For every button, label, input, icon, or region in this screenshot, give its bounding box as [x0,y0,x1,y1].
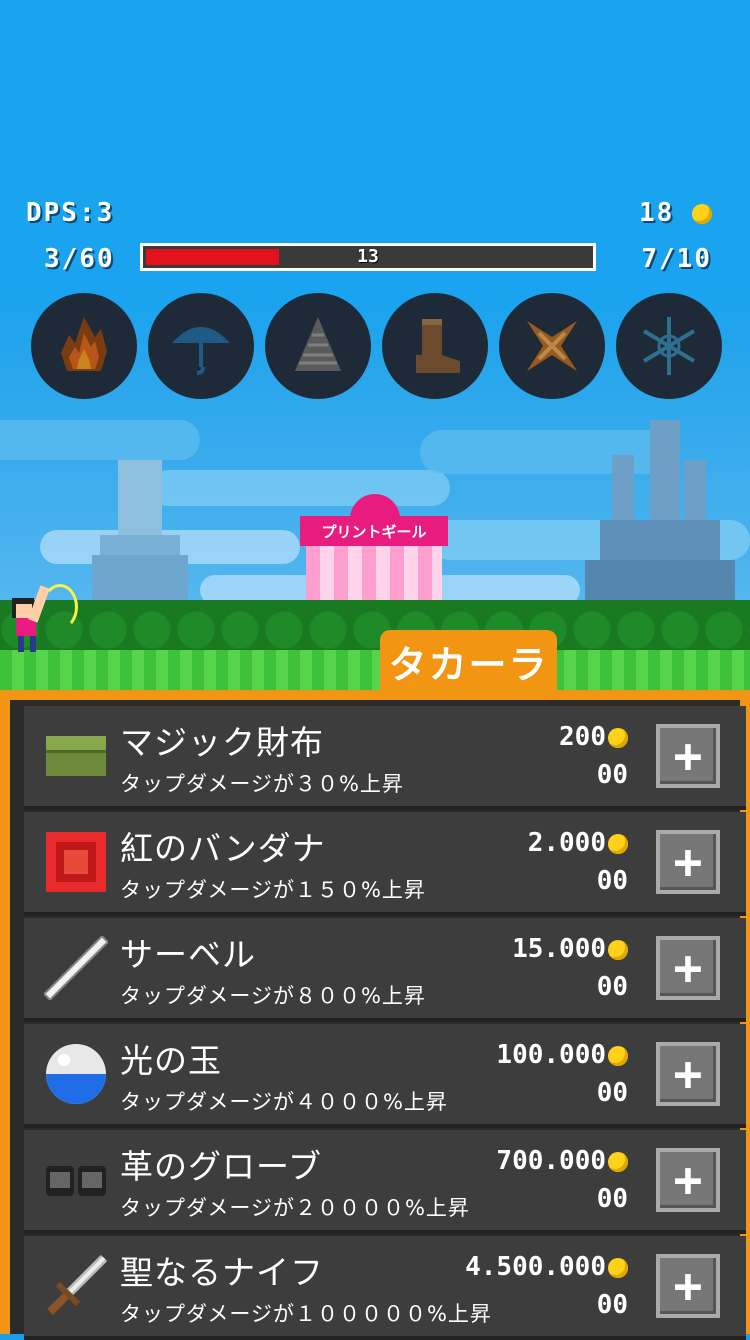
buy-button[interactable]: + [656,830,720,894]
plus-icon: + [673,940,703,996]
list-item-magic-wallet[interactable]: マジック財布 タップダメージが３０%上昇 200 00 + [24,706,746,810]
item-owned-count: 00 [596,760,628,790]
hp-value: 13 [357,246,379,267]
list-item-orb-of-light[interactable]: 光の玉 タップダメージが４０００%上昇 100.000 00 + [24,1024,746,1128]
stage-progress: 3/60 [44,244,115,274]
shop-list[interactable]: マジック財布 タップダメージが３０%上昇 200 00 + 紅のバンダナ タップ… [10,700,746,1340]
saber-icon [44,936,108,1000]
coin-counter: 18 [639,198,712,228]
item-name: マジック財布 [120,723,324,762]
list-item-saber[interactable]: サーベル タップダメージが８００%上昇 15.000 00 + [24,918,746,1022]
item-owned-count: 00 [596,1184,628,1214]
skill-drill[interactable] [265,293,371,399]
plus-icon: + [673,728,703,784]
item-price: 4.500.000 [465,1252,628,1282]
coin-icon [608,1045,628,1066]
item-name: 紅のバンダナ [120,829,326,868]
item-price: 15.000 [512,934,628,964]
coin-icon [608,939,628,960]
item-description: タップダメージが４０００%上昇 [120,1090,448,1114]
buy-button[interactable]: + [656,936,720,1000]
dps-label: DPS:3 [26,198,115,228]
tab-takara[interactable]: タカーラ [380,630,557,692]
shop-panel: マジック財布 タップダメージが３０%上昇 200 00 + 紅のバンダナ タップ… [0,690,750,1340]
cloud [150,470,450,506]
plus-icon: + [673,1258,703,1314]
skill-snowflake[interactable] [616,293,722,399]
item-name: 革のグローブ [120,1147,323,1186]
skill-umbrella[interactable] [148,293,254,399]
wave-progress: 7/10 [641,244,712,274]
list-item-holy-knife[interactable]: 聖なるナイフ タップダメージが１０００００%上昇 4.500.000 00 + [24,1236,746,1340]
coin-icon [608,727,628,748]
buy-button[interactable]: + [656,1042,720,1106]
coin-count: 18 [639,198,675,228]
item-owned-count: 00 [596,1290,628,1320]
item-name: 光の玉 [120,1041,222,1080]
skill-fire[interactable] [31,293,137,399]
shuriken-icon [527,321,577,371]
coin-icon [608,833,628,854]
item-name: 聖なるナイフ [120,1253,324,1292]
fire-icon [61,317,107,371]
item-price: 2.000 [528,828,628,858]
item-price: 100.000 [496,1040,628,1070]
wallet-icon [46,736,106,776]
item-description: タップダメージが１０００００%上昇 [120,1302,492,1326]
item-description: タップダメージが２００００%上昇 [120,1196,470,1220]
buy-button[interactable]: + [656,724,720,788]
enemy-hp-bar: 13 [140,243,596,271]
drill-icon [295,317,341,371]
item-description: タップダメージが１５０%上昇 [120,878,426,902]
item-description: タップダメージが３０%上昇 [120,772,404,796]
buy-button[interactable]: + [656,1148,720,1212]
snowflake-icon [642,317,696,375]
buy-button[interactable]: + [656,1254,720,1318]
orb-icon [46,1044,106,1104]
bandana-icon [46,832,106,892]
plus-icon: + [673,1152,703,1208]
item-name: サーベル [120,935,256,974]
skill-shuriken[interactable] [499,293,605,399]
knife-icon [47,1254,108,1315]
player-character [6,580,78,654]
gloves-icon [46,1166,106,1196]
plus-icon: + [673,834,703,890]
coin-icon [608,1151,628,1172]
store-sign: プリントギール [321,523,427,541]
umbrella-icon [172,327,230,375]
grass [0,650,750,695]
coin-icon [608,1257,628,1278]
plus-icon: + [673,1046,703,1102]
item-description: タップダメージが８００%上昇 [120,984,426,1008]
cloud [0,420,200,460]
list-item-crimson-bandana[interactable]: 紅のバンダナ タップダメージが１５０%上昇 2.000 00 + [24,812,746,916]
skill-boot[interactable] [382,293,488,399]
item-price: 200 [559,722,628,752]
item-owned-count: 00 [596,866,628,896]
boot-icon [416,319,460,373]
cloud [420,430,680,474]
list-item-leather-gloves[interactable]: 革のグローブ タップダメージが２００００%上昇 700.000 00 + [24,1130,746,1234]
game-scene[interactable]: プリントギール DPS:3 18 3/60 13 7/10 [0,0,750,695]
item-owned-count: 00 [596,972,628,1002]
coin-icon [692,203,712,224]
item-owned-count: 00 [596,1078,628,1108]
item-price: 700.000 [496,1146,628,1176]
